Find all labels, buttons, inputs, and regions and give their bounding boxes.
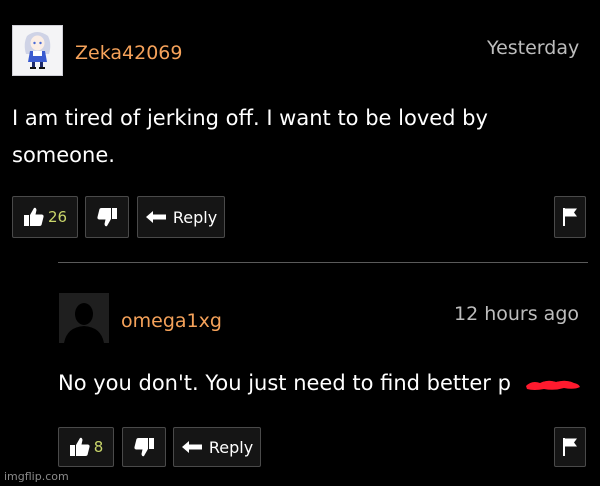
comment-text-line-2: someone. [12,143,115,167]
red-scribble-redaction [526,380,580,390]
like-button[interactable]: 26 [12,196,78,238]
like-button[interactable]: 8 [58,427,114,467]
imgflip-watermark: imgflip.com [4,470,69,483]
dislike-button[interactable] [85,196,129,238]
comment-username[interactable]: Zeka42069 [75,42,182,64]
flag-icon [563,438,577,456]
comment-text: No you don't. You just need to find bett… [58,371,511,395]
thumbs-up-icon [23,207,44,226]
like-count: 8 [93,438,104,456]
dislike-button[interactable] [122,427,166,467]
reply-arrow-icon [181,441,202,453]
avatar[interactable] [59,293,109,343]
comment-text-line-1: I am tired of jerking off. I want to be … [12,106,488,130]
thumbs-up-icon [69,437,90,456]
flag-button[interactable] [554,196,586,238]
reply-button[interactable]: Reply [137,196,225,238]
comment-timestamp: Yesterday [487,37,580,59]
avatar[interactable] [12,25,63,76]
thumbs-down-icon [134,438,154,457]
reply-arrow-icon [145,211,166,223]
anime-avatar-icon [24,32,51,69]
comment-timestamp: 12 hours ago [454,303,580,325]
reply-button-label: Reply [208,437,254,457]
comment-divider [58,262,588,263]
reply-button-label: Reply [172,207,218,227]
thumbs-down-icon [97,208,117,227]
like-count: 26 [47,208,68,226]
default-user-silhouette-icon [64,303,104,343]
flag-icon [563,208,577,226]
reply-button[interactable]: Reply [173,427,261,467]
flag-button[interactable] [554,427,586,467]
comment-username[interactable]: omega1xg [121,310,222,332]
